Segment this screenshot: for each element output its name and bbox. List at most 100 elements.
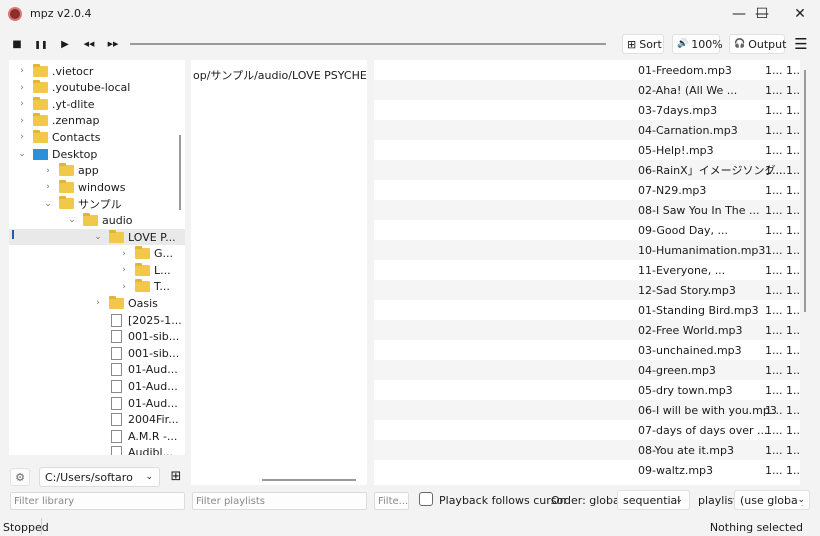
volume-button[interactable]: 🔊 100% (672, 34, 723, 54)
track-row[interactable]: 11-Everyone, ... 1...1... (374, 260, 800, 280)
track-column-2: 1... (786, 243, 800, 257)
track-row[interactable]: 01-Standing Bird.mp3 1...1... (374, 300, 800, 320)
tree-item[interactable]: › Oasis (9, 295, 185, 311)
tree-item[interactable]: › L... (9, 262, 185, 278)
tree-item-label: L... (154, 263, 171, 277)
library-path-select[interactable]: C:/Users/softaro ⌄ (39, 467, 160, 487)
tree-item[interactable]: ⌄ audio (9, 212, 185, 228)
title-bar: mpz v2.0.4 — (0, 0, 820, 27)
track-row[interactable]: 07-N29.mp3 1...1... (374, 180, 800, 200)
track-row[interactable]: 08-I Saw You In The ... 1...1... (374, 200, 800, 220)
chevron-right-icon[interactable]: › (93, 298, 103, 308)
track-row[interactable]: 09-Good Day, ... 1...1... (374, 220, 800, 240)
track-row[interactable]: 01-Freedom.mp3 1...1... (374, 60, 800, 80)
tree-item[interactable]: ⌄ LOVE P... (9, 229, 185, 245)
chevron-right-icon[interactable]: › (17, 99, 27, 109)
track-filter-input[interactable] (374, 492, 409, 510)
tree-item[interactable]: 01-Aud... (9, 395, 185, 411)
track-row[interactable]: 12-Sad Story.mp3 1...1... (374, 280, 800, 300)
track-title: 05-Help!.mp3 (638, 143, 714, 157)
tree-item[interactable]: 01-Aud... (9, 362, 185, 378)
chevron-right-icon[interactable]: › (43, 182, 53, 192)
chevron-right-icon[interactable]: › (119, 282, 129, 292)
tree-item[interactable]: ⌄ サンプル (9, 196, 185, 212)
playlist-hscrollbar[interactable] (262, 479, 356, 481)
chevron-right-icon[interactable]: › (17, 66, 27, 76)
playlist-panel[interactable]: op/サンプル/audio/LOVE PSYCHEDELICO (191, 60, 367, 485)
next-button[interactable]: ▶▶ (104, 35, 122, 53)
library-scrollbar[interactable] (179, 135, 181, 210)
track-row[interactable]: 10-Humanimation.mp31...1... (374, 240, 800, 260)
chevron-right-icon[interactable]: › (119, 265, 129, 275)
chevron-down-icon[interactable]: ⌄ (93, 232, 103, 242)
track-row[interactable]: 02-Aha! (All We ... 1...1... (374, 80, 800, 100)
tree-item-label: 2004Fir... (128, 413, 179, 427)
track-row[interactable]: 08-You ate it.mp3 1...1... (374, 440, 800, 460)
folder-icon (135, 262, 150, 276)
tree-item[interactable]: A.M.R -... (9, 428, 185, 444)
seek-slider[interactable] (130, 43, 606, 45)
tree-item[interactable]: › .yt-dlite (9, 96, 185, 112)
track-row[interactable]: 03-7days.mp3 1...1... (374, 100, 800, 120)
previous-button[interactable]: ◀◀ (80, 35, 98, 53)
tree-item[interactable]: › windows (9, 179, 185, 195)
track-row[interactable]: 05-Help!.mp3 1...1... (374, 140, 800, 160)
library-settings-button[interactable]: ⚙ (10, 468, 30, 486)
tree-item[interactable]: ⌄ Desktop (9, 146, 185, 162)
tree-item[interactable]: › Contacts (9, 129, 185, 145)
track-row[interactable]: 06-I will be with you.mp31...1... (374, 400, 800, 420)
tree-item[interactable]: [2025-1... (9, 312, 185, 328)
chevron-down-icon[interactable]: ⌄ (43, 199, 53, 209)
track-row[interactable]: 07-days of days over ...1...1... (374, 420, 800, 440)
chevron-right-icon[interactable]: › (17, 132, 27, 142)
chevron-right-icon[interactable]: › (17, 116, 27, 126)
tree-item[interactable]: › app (9, 163, 185, 179)
sort-button[interactable]: ⊞ Sort (622, 34, 664, 54)
tree-item[interactable]: 2004Fir... (9, 412, 185, 428)
output-button[interactable]: 🎧 Output (729, 34, 786, 54)
track-row[interactable]: 03-unchained.mp3 1...1... (374, 340, 800, 360)
track-row[interactable]: 04-green.mp3 1...1... (374, 360, 800, 380)
track-row[interactable]: 04-Carnation.mp3 1...1... (374, 120, 800, 140)
track-column-1: 1... (765, 223, 783, 237)
tree-item[interactable]: › .vietocr (9, 63, 185, 79)
library-tree[interactable]: › .vietocr › .youtube-local › .yt-dlite › .zenm… (9, 60, 185, 455)
pause-button[interactable]: ❚❚ (32, 35, 50, 53)
audio-file-icon (111, 446, 122, 455)
track-row[interactable]: 02-Free World.mp3 1...1... (374, 320, 800, 340)
tree-item[interactable]: 001-sib... (9, 345, 185, 361)
tree-item[interactable]: › .youtube-local (9, 80, 185, 96)
tree-item[interactable]: › G... (9, 246, 185, 262)
close-icon[interactable]: ✕ (777, 0, 820, 27)
track-list[interactable]: 01-Freedom.mp31...1...02-Aha! (All We ..… (374, 60, 800, 485)
chevron-down-icon[interactable]: ⌄ (17, 149, 27, 159)
tree-item[interactable]: Audibl... (9, 445, 185, 455)
chevron-down-icon[interactable]: ⌄ (67, 215, 77, 225)
follow-cursor-checkbox[interactable] (419, 492, 433, 506)
tree-item[interactable]: 001-sib... (9, 329, 185, 345)
tree-item-label: app (78, 164, 99, 178)
grid-icon[interactable]: ⊞ (167, 467, 185, 485)
playlist-item[interactable]: op/サンプル/audio/LOVE PSYCHEDELICO (193, 67, 367, 83)
library-filter-input[interactable] (10, 492, 185, 510)
chevron-right-icon[interactable]: › (119, 249, 129, 259)
order-select[interactable]: sequential ⌄ (617, 490, 690, 510)
hamburger-menu-icon[interactable]: ☰ (792, 35, 810, 53)
track-row[interactable]: 09-waltz.mp3 1...1... (374, 460, 800, 480)
tree-item[interactable]: 01-Aud... (9, 378, 185, 394)
playlist-order-select[interactable]: (use global) ⌄ (734, 490, 810, 510)
track-row[interactable]: 05-dry town.mp3 1...1... (374, 380, 800, 400)
track-column-1: 1... (765, 263, 783, 277)
chevron-right-icon[interactable]: › (43, 166, 53, 176)
tree-item[interactable]: › T... (9, 279, 185, 295)
playlist-filter-input[interactable] (192, 492, 367, 510)
track-column-2: 1... (786, 163, 800, 177)
stop-button[interactable]: ■ (8, 35, 26, 53)
track-row[interactable]: 06-RainX」イメージソング...1...1... (374, 160, 800, 180)
track-column-1: 1... (765, 203, 783, 217)
tree-item[interactable]: › .zenmap (9, 113, 185, 129)
chevron-right-icon[interactable]: › (17, 83, 27, 93)
play-button[interactable]: ▶ (56, 35, 74, 53)
track-scrollbar[interactable] (804, 70, 806, 312)
status-divider (41, 518, 42, 535)
